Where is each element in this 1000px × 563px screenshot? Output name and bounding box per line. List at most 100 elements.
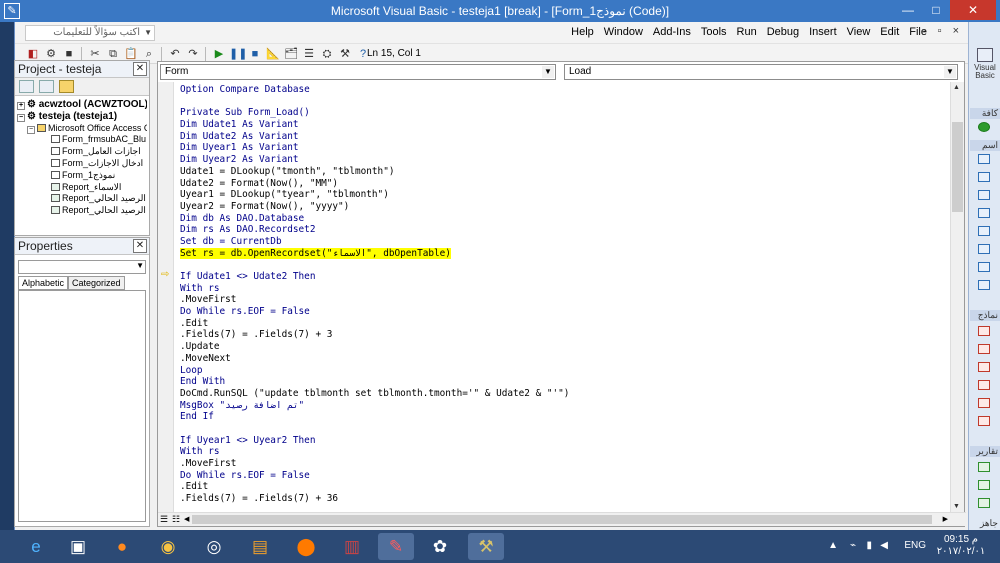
menu-view[interactable]: View [847,26,871,38]
code-line[interactable]: Dim Udate1 As Variant [180,119,946,131]
tree-node-report[interactable]: Report_الاسماء [17,182,147,194]
object-combo[interactable]: Form ▼ [160,64,556,80]
code-line[interactable] [180,423,946,435]
scroll-left-icon[interactable]: ◀ [184,515,189,523]
chevron-down-icon[interactable]: ▼ [144,26,152,40]
code-line[interactable]: .MoveNext [180,353,946,365]
code-line[interactable]: If Uyear1 <> Uyear2 Then [180,435,946,447]
code-line[interactable]: Dim db As DAO.Database [180,213,946,225]
form-icon[interactable] [978,398,990,408]
break-icon[interactable]: ❚❚ [229,46,247,62]
table-icon[interactable] [978,208,990,218]
close-icon[interactable]: ✕ [133,239,147,253]
tree-node-testeja[interactable]: − ⚙ testeja (testeja1) [17,111,147,123]
vba-taskbar-icon[interactable]: ⚒ [468,533,504,560]
code-line[interactable]: .Fields(7) = .Fields(7) + 36 [180,493,946,505]
code-line[interactable]: End With [180,376,946,388]
code-line[interactable] [180,96,946,108]
project-explorer-icon[interactable]: 🗂 [283,46,299,62]
redo-icon[interactable]: ↷ [185,46,201,62]
download-manager-icon[interactable]: ⬤ [288,533,324,560]
menu-debug[interactable]: Debug [767,26,799,38]
object-browser-icon[interactable]: ⛭ [319,46,335,62]
procedure-view-icon[interactable]: ☰ [160,514,168,525]
nav-label-names[interactable]: اسم [970,140,1000,151]
report-icon[interactable] [978,480,990,490]
run-icon[interactable]: ▶ [211,46,227,62]
code-line[interactable]: Uyear2 = Format(Now(), "yyyy") [180,201,946,213]
tab-categorized[interactable]: Categorized [68,276,125,290]
design-mode-icon[interactable]: 📐 [265,46,281,62]
menu-edit[interactable]: Edit [880,26,899,38]
properties-window-icon[interactable]: ☰ [301,46,317,62]
object-select[interactable]: ▼ [18,260,146,274]
code-line[interactable]: Set rs = db.OpenRecordset("الاسماء", dbO… [180,247,946,260]
code-line[interactable] [180,259,946,271]
form-icon[interactable] [978,344,990,354]
winrar-icon[interactable]: ▥ [334,533,370,560]
code-line[interactable]: Do While rs.EOF = False [180,306,946,318]
signal-icon[interactable]: ▮ [866,540,872,551]
chevron-down-icon[interactable]: ▼ [944,66,956,78]
report-icon[interactable] [978,498,990,508]
code-line[interactable]: End If [180,411,946,423]
tree-node-form[interactable]: Form_ادخال الاجازات [17,158,147,170]
menu-window[interactable]: Window [604,26,643,38]
scroll-thumb[interactable] [952,122,963,212]
code-line[interactable]: Udate1 = DLookup("tmonth", "tblmonth") [180,166,946,178]
code-line[interactable]: Uyear1 = DLookup("tyear", "tblmonth") [180,189,946,201]
table-icon[interactable] [978,226,990,236]
paint-icon[interactable]: ✿ [422,533,458,560]
report-icon[interactable] [978,462,990,472]
procedure-combo[interactable]: Load ▼ [564,64,958,80]
form-icon[interactable] [978,380,990,390]
table-icon[interactable] [978,154,990,164]
code-line[interactable]: MsgBox "تم اضافة رصيد" [180,400,946,412]
scroll-up-icon[interactable]: ▲ [953,84,960,91]
code-line[interactable]: .MoveFirst [180,294,946,306]
table-icon[interactable] [978,280,990,290]
collapse-icon[interactable]: − [17,113,25,122]
language-indicator[interactable]: ENG [904,540,926,551]
form-icon[interactable] [978,362,990,372]
code-editor[interactable]: Option Compare Database Private Sub Form… [180,84,946,510]
menu-help[interactable]: Help [571,26,594,38]
volume-icon[interactable]: ◀ [880,540,888,551]
tree-node-form[interactable]: Form_اجازات العامل [17,146,147,158]
code-line[interactable]: .Fields(7) = .Fields(7) + 3 [180,329,946,341]
scroll-right-icon[interactable]: ▶ [943,515,948,523]
access-taskbar-icon[interactable]: ✎ [378,533,414,560]
maximize-button[interactable]: □ [922,0,950,20]
reset-icon[interactable]: ■ [247,46,263,62]
table-icon[interactable] [978,172,990,182]
nav-label-forms[interactable]: نماذج [970,310,1000,321]
toolbox-icon[interactable]: ⚒ [337,46,353,62]
code-line[interactable]: .Update [180,341,946,353]
menu-add-ins[interactable]: Add-Ins [653,26,691,38]
scroll-down-icon[interactable]: ▼ [953,503,960,510]
code-line[interactable]: Dim Uyear2 As Variant [180,154,946,166]
form-icon[interactable] [978,416,990,426]
close-icon[interactable]: ✕ [133,62,147,76]
code-line[interactable]: Set db = CurrentDb [180,236,946,248]
close-button[interactable]: ✕ [950,0,996,20]
usb-icon[interactable]: ⌁ [850,540,856,551]
visual-basic-taskicon[interactable]: Visual Basic [972,48,998,80]
code-line[interactable]: With rs [180,446,946,458]
internet-explorer-icon[interactable]: e [18,533,54,560]
table-icon[interactable] [978,190,990,200]
scroll-thumb[interactable] [192,515,932,524]
mdi-window-controls[interactable]: - ▫ × [923,25,963,37]
chevron-down-icon[interactable]: ▼ [136,261,144,270]
form-icon[interactable] [978,326,990,336]
collapse-icon[interactable]: − [27,125,35,134]
menu-run[interactable]: Run [737,26,757,38]
menu-insert[interactable]: Insert [809,26,837,38]
nav-label-reports[interactable]: تقارير [970,446,1000,457]
minimize-button[interactable]: — [894,0,922,20]
code-line[interactable]: .Edit [180,318,946,330]
expand-icon[interactable]: + [17,102,25,110]
horizontal-scrollbar[interactable]: ☰ ☷ ◀ ▶ [158,512,966,526]
tree-node-report[interactable]: Report_الرصيد الحالي [17,205,147,217]
tree-node-report[interactable]: Report_الرصيد الحالي [17,193,147,205]
